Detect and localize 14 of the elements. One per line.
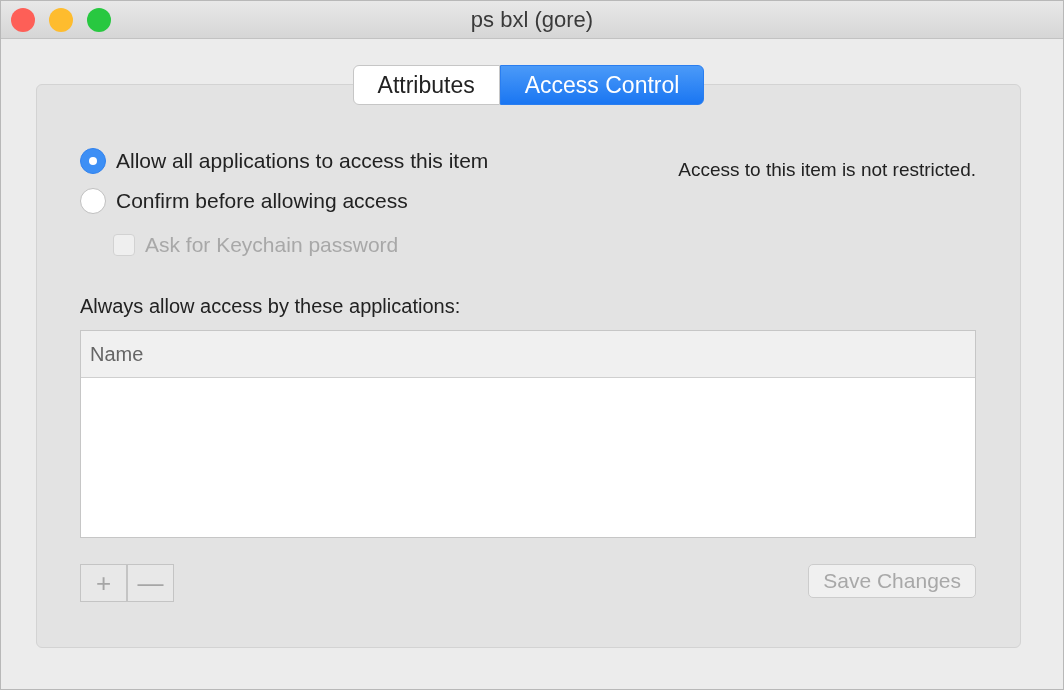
column-header[interactable]: Name [81,342,144,366]
minimize-icon[interactable] [49,7,73,32]
zoom-icon[interactable] [87,7,111,32]
option-label: Confirm before allowing access [116,189,408,213]
status-text: Access to this item is not restricted. [678,159,976,181]
tab[interactable]: Access Control [499,65,705,105]
option-label: Ask for Keychain password [145,233,399,257]
close-icon[interactable] [11,7,35,32]
radio-button[interactable] [80,188,106,214]
window-title: ps bxl (gore) [470,6,594,33]
tab[interactable]: Attributes [352,65,500,105]
option-label: Allow all applications to access this item [116,149,489,173]
list-label: Always allow access by these applications: [80,295,462,318]
radio-button[interactable] [80,148,106,174]
